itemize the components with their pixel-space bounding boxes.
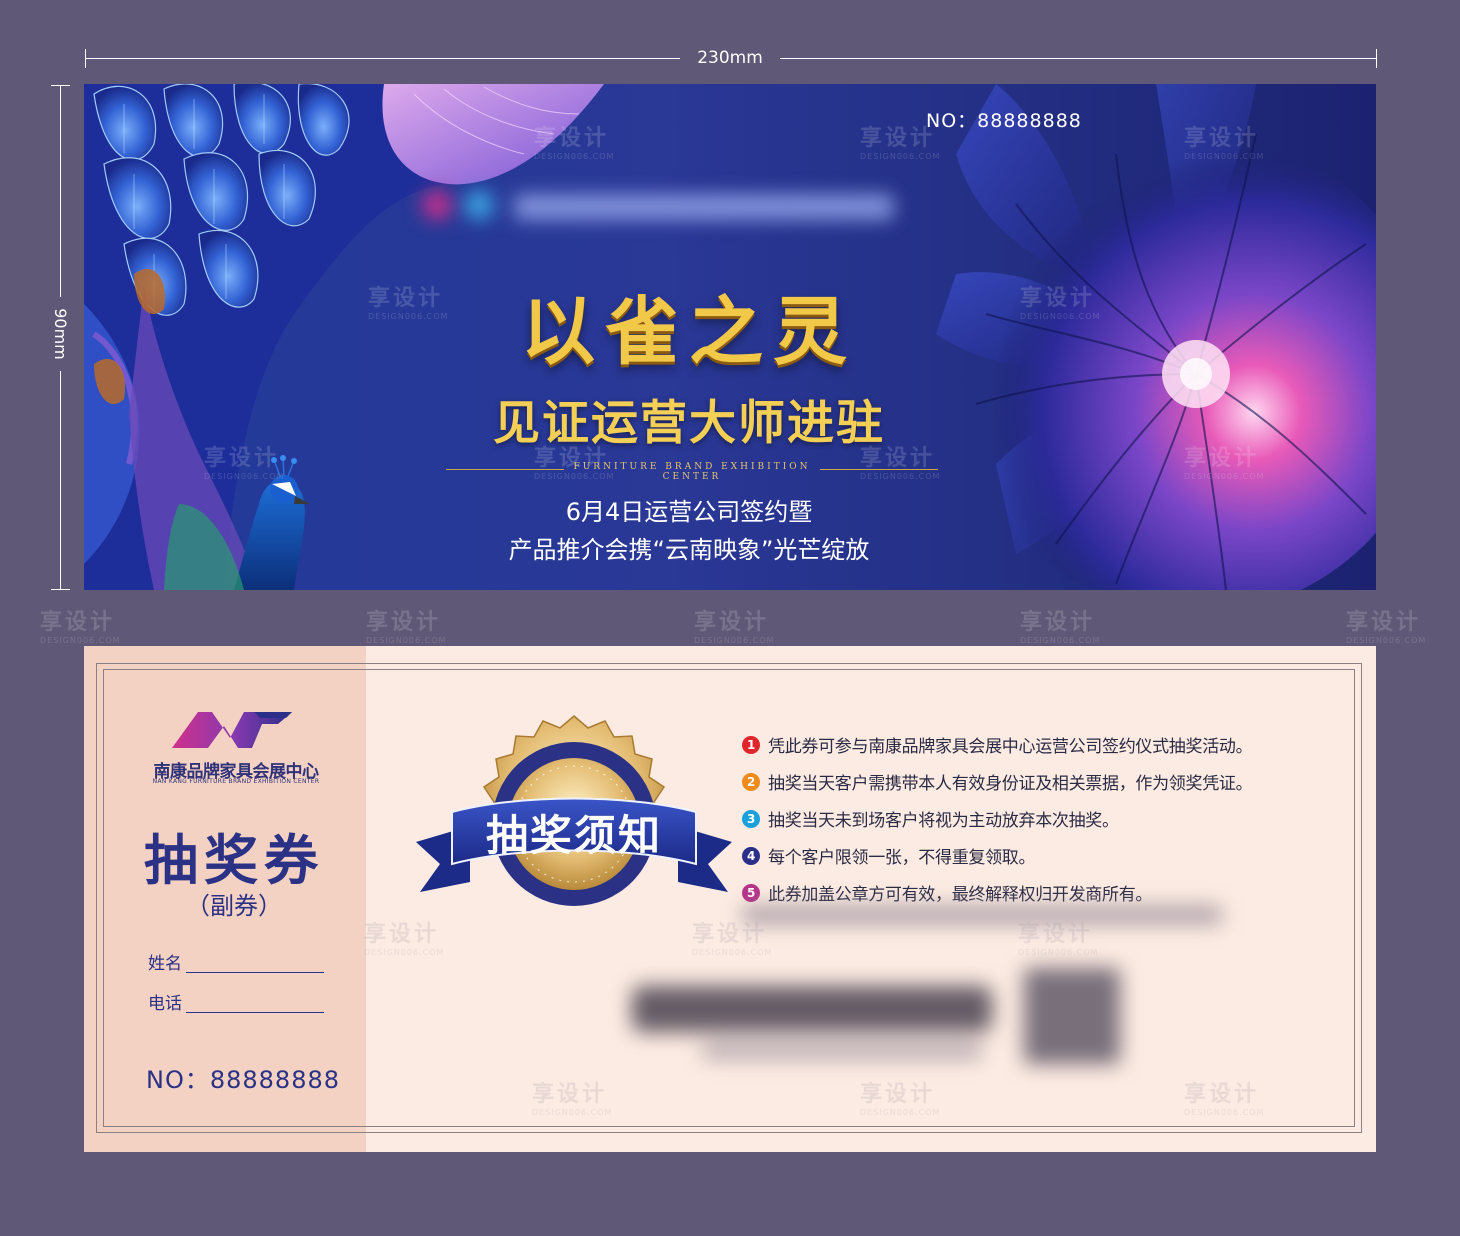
rule-text: 抽奖当天客户需携带本人有效身份证及相关票据，作为领奖凭证。	[768, 774, 1253, 794]
rules-list: 1 凭此券可参与南康品牌家具会展中心运营公司签约仪式抽奖活动。 2 抽奖当天客户需携…	[742, 726, 1342, 911]
stub-serial-number: NO：88888888	[146, 1066, 340, 1094]
watermark: 享设计DESIGN006.COM	[40, 610, 121, 645]
front-serial-number: NO：88888888	[926, 110, 1082, 132]
phone-underline	[186, 1012, 324, 1013]
rule-text: 每个客户限领一张，不得重复领取。	[768, 848, 1036, 868]
main-title: 以雀之灵	[521, 289, 857, 375]
phone-label: 电话	[148, 994, 182, 1014]
rule-number: 3	[742, 809, 760, 828]
english-divider: FURNITURE BRAND EXHIBITION CENTER	[446, 462, 938, 482]
qr-code-icon	[1024, 968, 1120, 1064]
watermark: 享设计DESIGN006.COM	[1020, 610, 1101, 645]
watermark: 享设计DESIGN006.COM	[1346, 610, 1427, 645]
rule-number: 4	[742, 846, 760, 865]
rule-item: 2 抽奖当天客户需携带本人有效身份证及相关票据，作为领奖凭证。	[742, 763, 1342, 800]
stub-title: 抽奖券	[144, 828, 324, 892]
logo-english-name: NAN KANG FURNITURE BRAND EXHIBITION CENT…	[152, 778, 320, 785]
rule-number: 2	[742, 772, 760, 791]
sub-title: 见证运营大师进驻	[493, 396, 885, 451]
name-label: 姓名	[148, 954, 182, 974]
english-line-text: FURNITURE BRAND EXHIBITION CENTER	[573, 462, 811, 482]
rule-item: 1 凭此券可参与南康品牌家具会展中心运营公司签约仪式抽奖活动。	[742, 726, 1342, 763]
event-description-line-1: 6月4日运营公司签约暨	[565, 498, 813, 526]
ticket-front: 享设计 DESIGN006.COM 享设计 DESIGN006.COM 享设计 DES…	[84, 84, 1376, 590]
rule-number: 1	[742, 735, 760, 754]
event-description-line-2: 产品推介会携“云南映象”光芒绽放	[508, 536, 870, 564]
rule-text: 抽奖当天未到场客户将视为主动放弃本次抽奖。	[768, 811, 1119, 831]
blurred-logo	[414, 182, 994, 234]
blurred-contact-info	[632, 906, 1272, 1086]
rule-item: 3 抽奖当天未到场客户将视为主动放弃本次抽奖。	[742, 800, 1342, 837]
nk-logo-icon	[172, 712, 292, 748]
name-underline	[186, 972, 324, 973]
height-dimension-label: 90mm	[48, 297, 72, 371]
badge-text: 抽奖须知	[486, 811, 662, 860]
width-dimension-label: 230mm	[680, 48, 780, 68]
rule-number: 5	[742, 883, 760, 902]
ticket-back: 南康品牌家具会展中心 NAN KANG FURNITURE BRAND EXHI…	[84, 646, 1376, 1152]
watermark: 享设计DESIGN006.COM	[694, 610, 775, 645]
name-field[interactable]: 姓名	[148, 949, 324, 974]
watermark: 享设计DESIGN006.COM	[366, 610, 447, 645]
stub-subtitle: （副券）	[186, 892, 282, 920]
rule-text: 凭此券可参与南康品牌家具会展中心运营公司签约仪式抽奖活动。	[768, 737, 1253, 757]
phone-field[interactable]: 电话	[148, 989, 324, 1014]
rule-text: 此券加盖公章方可有效，最终解释权归开发商所有。	[768, 885, 1153, 905]
rule-item: 4 每个客户限领一张，不得重复领取。	[742, 837, 1342, 874]
